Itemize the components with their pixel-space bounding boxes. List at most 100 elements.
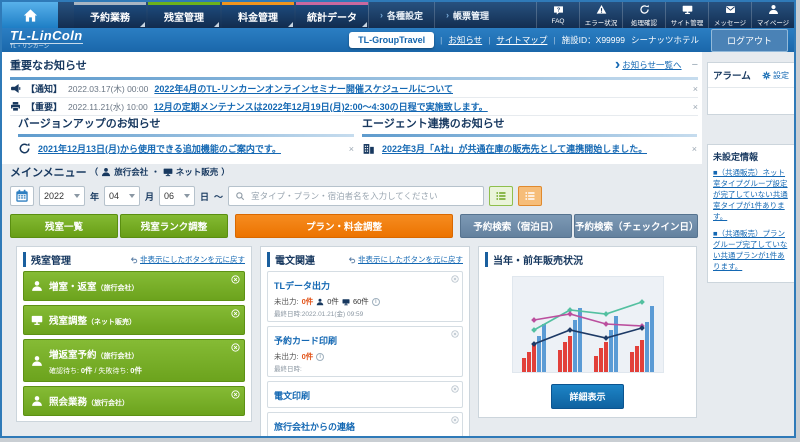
close-icon[interactable]: × [341, 144, 354, 154]
close-icon[interactable]: × [685, 84, 698, 94]
nav-tab-3[interactable]: 料金管理 [222, 2, 294, 28]
message-card-counts: 未処理: 0件 [274, 437, 448, 438]
close-circle-icon[interactable] [231, 390, 240, 399]
nav-tab-1[interactable]: 予約業務 [74, 2, 146, 28]
collapse-button[interactable]: − [692, 59, 698, 71]
green-view-toggle[interactable] [489, 186, 514, 206]
month-select[interactable]: 04 [104, 186, 141, 206]
year-select[interactable]: 2022 [39, 186, 85, 206]
notice-link[interactable]: お知らせ [448, 34, 482, 46]
utility-エラー状況[interactable]: エラー状況 [579, 2, 622, 28]
main-menu-buttons: 残室一覧 残室ランク調整 プラン・料金調整 予約検索（宿泊日） 予約検索（チェックイン日… [10, 214, 699, 238]
menu-button[interactable]: 残室一覧 [10, 214, 118, 238]
message-card: 電文印刷 [267, 381, 463, 408]
message-panel: 電文関連 非表示にしたボタンを元に戻す TLデータ出力未出力: 0件0件60件最… [260, 246, 470, 438]
nav-link-1[interactable]: › 各種設定 [368, 2, 434, 28]
search-input[interactable] [249, 190, 478, 202]
logo-subtext: TL・リンカーン [10, 44, 50, 51]
close-circle-icon[interactable] [451, 330, 459, 338]
close-circle-icon[interactable] [231, 275, 240, 284]
travel-agency-icon [101, 167, 111, 177]
count-label: 未出力: [274, 297, 299, 306]
divider: | [440, 35, 443, 45]
utility-処理確認[interactable]: 処理確認 [622, 2, 665, 28]
message-card-link[interactable]: 旅行会社からの連絡 [274, 422, 355, 432]
utility-label: エラー状況 [584, 19, 618, 27]
sitemap-link[interactable]: サイトマップ [496, 34, 547, 46]
nav-links: › 各種設定 › 帳票管理 [368, 2, 500, 28]
panel-title: 当年・前年販売状況 [485, 252, 583, 267]
restore-hidden-buttons-link[interactable]: 非表示にしたボタンを元に戻す [140, 254, 245, 265]
news-link[interactable]: 2022年4月のTL-リンカーンオンラインセミナー開催スケジュールについて [154, 82, 453, 95]
app-logo: TL-LinColn TL・リンカーン [10, 29, 83, 51]
close-circle-icon[interactable] [231, 343, 240, 352]
detail-view-button[interactable]: 詳細表示 [551, 384, 624, 409]
info-icon[interactable] [371, 297, 380, 306]
room-menu-text: 増返室予約（旅行会社） 確認待ち: 0件 / 失敗待ち: 0件 [49, 345, 142, 376]
main-menu-subtitle: （ 旅行会社 ・ ネット販売 ） [89, 167, 230, 177]
message-icon [725, 4, 736, 15]
logout-button[interactable]: ログアウト [710, 28, 788, 52]
close-circle-icon[interactable] [451, 416, 459, 424]
news-date: 2022.11.21(水) 10:00 [68, 101, 148, 112]
section-title: バージョンアップのお知らせ [18, 118, 161, 130]
divider: | [488, 35, 491, 45]
section-title: 重要なお知らせ [10, 60, 87, 72]
close-icon[interactable]: × [685, 102, 698, 112]
utility-faq[interactable]: ? FAQ [536, 2, 579, 28]
nav-tab-2[interactable]: 残室管理 [148, 2, 220, 28]
close-circle-icon[interactable] [451, 385, 459, 393]
chevron-down-icon [74, 194, 80, 198]
unset-info-link[interactable]: ■（共通販売）ネット室タイプグループ設定が完了していない共通室タイプが1件ありま… [713, 168, 789, 222]
site-admin-icon [682, 4, 693, 15]
agent-news-link[interactable]: 2022年3月「A社」が共通在庫の販売先として連携開始しました。 [382, 142, 647, 155]
menu-button[interactable]: プラン・料金調整 [235, 214, 453, 238]
room-menu-item[interactable]: 増返室予約（旅行会社） 確認待ち: 0件 / 失敗待ち: 0件 [23, 339, 245, 382]
count-value: 0件 [327, 297, 339, 306]
refresh-icon [18, 142, 31, 155]
close-icon[interactable]: × [684, 144, 697, 154]
message-card-link[interactable]: 予約カード印刷 [274, 336, 337, 346]
megaphone-icon [10, 83, 21, 94]
settings-link[interactable]: 設定 [773, 70, 789, 81]
menu-button[interactable]: 残室ランク調整 [120, 214, 228, 238]
room-menu-text: 増室・返室（旅行会社） [49, 277, 139, 295]
room-menu-item[interactable]: 残室調整（ネット販売） [23, 305, 245, 335]
group-travel-button[interactable]: TL-GroupTravel [349, 32, 435, 48]
nav-link-2[interactable]: › 帳票管理 [434, 2, 500, 28]
count-value: 0件 [302, 437, 314, 438]
utility-マイページ[interactable]: マイページ [751, 2, 794, 28]
message-card-link[interactable]: TLデータ出力 [274, 281, 330, 291]
menu-button[interactable]: 予約検索（宿泊日） [460, 214, 572, 238]
undo-icon [130, 256, 138, 264]
room-menu-item[interactable]: 増室・返室（旅行会社） [23, 271, 245, 301]
menu-button[interactable]: 予約検索（チェックイン日） [574, 214, 699, 238]
orange-view-toggle[interactable] [518, 186, 543, 206]
agent-news-section: エージェント連携のお知らせ 2022年3月「A社」が共通在庫の販売先として連携開… [362, 115, 697, 159]
close-circle-icon[interactable] [231, 309, 240, 318]
news-link[interactable]: 12月の定期メンテナンスは2022年12月19日(月)2:00～4:30の日程で… [154, 100, 488, 113]
utility-メッセージ[interactable]: メッセージ [708, 2, 751, 28]
room-stock-panel: 残室管理 非表示にしたボタンを元に戻す 増室・返室（旅行会社） 残室調整（ネット販… [16, 246, 252, 422]
version-news-section: バージョンアップのお知らせ 2021年12月13日(月)から使用できる追加機能の… [18, 115, 354, 159]
version-news-link[interactable]: 2021年12月13日(月)から使用できる追加機能のご案内です。 [38, 142, 281, 155]
info-icon[interactable] [316, 352, 325, 361]
utility-label: 処理確認 [631, 19, 657, 27]
room-menu-item[interactable]: 照会業務（旅行会社） [23, 386, 245, 416]
unset-info-link[interactable]: ■（共通販売）プラングループ完了していない共通プランが1件あります。 [713, 229, 789, 273]
sales-status-panel: 当年・前年販売状況 詳細表示 [478, 246, 697, 418]
close-circle-icon[interactable] [451, 275, 459, 283]
message-card-link[interactable]: 電文印刷 [274, 391, 310, 401]
utility-label: サイト管理 [670, 19, 704, 27]
news-list-link[interactable]: お知らせ一覧へ [622, 59, 681, 71]
utility-サイト管理[interactable]: サイト管理 [665, 2, 708, 28]
nav-tab-4[interactable]: 統計データ [296, 2, 368, 28]
important-news-row: 【重要】 2022.11.21(水) 10:00 12月の定期メンテナンスは2022… [10, 98, 698, 116]
day-select[interactable]: 06 [159, 186, 196, 206]
restore-hidden-buttons-link[interactable]: 非表示にしたボタンを元に戻す [358, 254, 463, 265]
home-button[interactable] [2, 2, 58, 28]
alarm-settings[interactable]: 設定 [762, 70, 789, 81]
calendar-button[interactable] [10, 186, 34, 206]
room-menu-label: 残室調整 [49, 316, 88, 327]
date-search-form: 2022 年 04 月 06 日 ～ [10, 186, 698, 206]
